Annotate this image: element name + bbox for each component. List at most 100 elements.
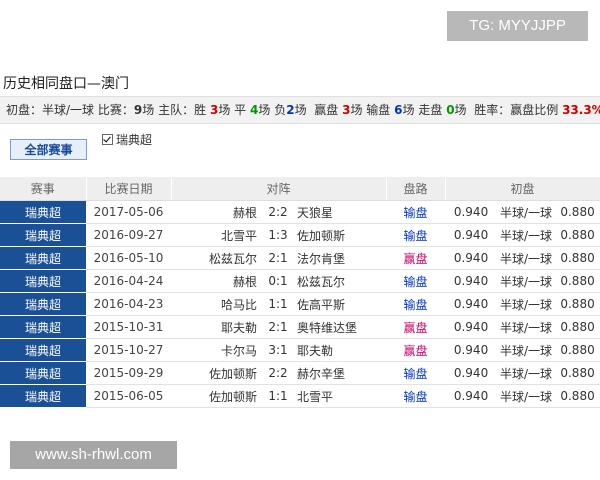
- score-cell: 2:2: [261, 200, 295, 224]
- league-cell[interactable]: 瑞典超: [0, 223, 86, 247]
- watermark-bottom: www.sh-rhwl.com: [10, 441, 177, 469]
- odds-away-cell: 0.880: [555, 223, 600, 247]
- table-row: 瑞典超 2016-05-10 松兹瓦尔 2:1 法尔肯堡 赢盘 0.940 半球/一球 0.88…: [0, 246, 600, 270]
- home-team-cell[interactable]: 耶夫勒: [171, 315, 261, 339]
- score-cell: 1:3: [261, 223, 295, 247]
- away-team-cell[interactable]: 北雪平: [295, 384, 387, 408]
- score-cell: 2:1: [261, 246, 295, 270]
- score-cell: 3:1: [261, 338, 295, 362]
- odds-home-cell: 0.940: [445, 292, 498, 316]
- table-row: 瑞典超 2016-04-23 哈马比 1:1 佐高平斯 输盘 0.940 半球/一球 0.880: [0, 292, 600, 316]
- home-team-cell[interactable]: 卡尔马: [171, 338, 261, 362]
- odds-home-cell: 0.940: [445, 384, 498, 408]
- header-initial-odds: 初盘: [445, 177, 600, 201]
- summary-matches-unit: 场: [142, 103, 155, 117]
- summary-handicap-win-unit: 场: [350, 103, 363, 117]
- home-team-cell[interactable]: 北雪平: [171, 223, 261, 247]
- header-league: 赛事: [0, 177, 87, 201]
- away-team-cell[interactable]: 法尔肯堡: [295, 246, 387, 270]
- home-team-cell[interactable]: 赫根: [171, 269, 261, 293]
- score-cell: 1:1: [261, 384, 295, 408]
- table-row: 瑞典超 2015-09-29 佐加顿斯 2:2 赫尔辛堡 输盘 0.940 半球/一球 0.88…: [0, 361, 600, 385]
- away-team-cell[interactable]: 赫尔辛堡: [295, 361, 387, 385]
- history-table: 赛事 比赛日期 对阵 盘路 初盘 瑞典超 2017-05-06 赫根 2:2 天狼星 输盘…: [0, 177, 600, 408]
- result-cell[interactable]: 输盘: [386, 361, 446, 385]
- home-team-cell[interactable]: 佐加顿斯: [171, 384, 261, 408]
- checkbox-checked-icon[interactable]: [102, 134, 113, 145]
- summary-rate-label: 胜率：: [474, 103, 511, 117]
- summary-home-label: 主队：: [158, 103, 195, 117]
- league-cell[interactable]: 瑞典超: [0, 246, 86, 270]
- league-cell[interactable]: 瑞典超: [0, 269, 86, 293]
- result-cell[interactable]: 输盘: [386, 223, 446, 247]
- summary-handicap-win-label: 赢盘: [314, 103, 339, 117]
- result-cell[interactable]: 输盘: [386, 200, 446, 224]
- handicap-line-cell: 半球/一球: [497, 315, 556, 339]
- date-cell: 2015-06-05: [86, 384, 171, 408]
- watermark-top: TG: MYYJJPP: [447, 11, 588, 41]
- summary-matches-label: 比赛：: [97, 103, 134, 117]
- summary-matches-count: 9: [133, 103, 143, 117]
- home-team-cell[interactable]: 佐加顿斯: [171, 361, 261, 385]
- league-filter-label: 瑞典超: [116, 133, 153, 147]
- home-team-cell[interactable]: 哈马比: [171, 292, 261, 316]
- result-cell[interactable]: 输盘: [386, 269, 446, 293]
- date-cell: 2016-04-24: [86, 269, 171, 293]
- summary-push-unit: 场: [454, 103, 467, 117]
- summary-loss-label: 负: [274, 103, 287, 117]
- handicap-line-cell: 半球/一球: [497, 200, 556, 224]
- handicap-line-cell: 半球/一球: [497, 269, 556, 293]
- result-cell[interactable]: 输盘: [386, 292, 446, 316]
- league-cell[interactable]: 瑞典超: [0, 338, 86, 362]
- result-cell[interactable]: 输盘: [386, 384, 446, 408]
- odds-home-cell: 0.940: [445, 338, 498, 362]
- away-team-cell[interactable]: 佐高平斯: [295, 292, 387, 316]
- summary-push-label: 走盘: [418, 103, 443, 117]
- odds-away-cell: 0.880: [555, 269, 600, 293]
- odds-home-cell: 0.940: [445, 223, 498, 247]
- odds-away-cell: 0.880: [555, 200, 600, 224]
- odds-home-cell: 0.940: [445, 246, 498, 270]
- odds-away-cell: 0.880: [555, 315, 600, 339]
- score-cell: 2:1: [261, 315, 295, 339]
- table-row: 瑞典超 2016-09-27 北雪平 1:3 佐加顿斯 输盘 0.940 半球/一球 0.880: [0, 223, 600, 247]
- summary-loss-count: 2: [286, 103, 295, 117]
- date-cell: 2016-04-23: [86, 292, 171, 316]
- all-events-button[interactable]: 全部赛事: [10, 139, 87, 160]
- odds-home-cell: 0.940: [445, 315, 498, 339]
- table-row: 瑞典超 2016-04-24 赫根 0:1 松兹瓦尔 输盘 0.940 半球/一球 0.880: [0, 269, 600, 293]
- result-cell[interactable]: 赢盘: [386, 315, 446, 339]
- away-team-cell[interactable]: 耶夫勒: [295, 338, 387, 362]
- summary-draw-label: 平: [234, 103, 247, 117]
- odds-home-cell: 0.940: [445, 361, 498, 385]
- result-cell[interactable]: 赢盘: [386, 246, 446, 270]
- league-cell[interactable]: 瑞典超: [0, 292, 86, 316]
- league-cell[interactable]: 瑞典超: [0, 315, 86, 339]
- odds-away-cell: 0.880: [555, 361, 600, 385]
- away-team-cell[interactable]: 奥特维达堡: [295, 315, 387, 339]
- home-team-cell[interactable]: 松兹瓦尔: [171, 246, 261, 270]
- odds-home-cell: 0.940: [445, 200, 498, 224]
- league-cell[interactable]: 瑞典超: [0, 384, 86, 408]
- date-cell: 2016-05-10: [86, 246, 171, 270]
- summary-handicap-lose-count: 6: [394, 103, 403, 117]
- summary-draw-unit: 场: [258, 103, 271, 117]
- score-cell: 0:1: [261, 269, 295, 293]
- summary-loss-unit: 场: [294, 103, 307, 117]
- header-date: 比赛日期: [86, 177, 172, 201]
- result-cell[interactable]: 赢盘: [386, 338, 446, 362]
- league-filter-checkbox[interactable]: 瑞典超: [102, 132, 152, 148]
- odds-away-cell: 0.880: [555, 338, 600, 362]
- date-cell: 2017-05-06: [86, 200, 171, 224]
- summary-ratio-value: 33.3%: [562, 103, 600, 117]
- away-team-cell[interactable]: 佐加顿斯: [295, 223, 387, 247]
- section-title: 历史相同盘口—澳门: [3, 76, 129, 92]
- away-team-cell[interactable]: 天狼星: [295, 200, 387, 224]
- away-team-cell[interactable]: 松兹瓦尔: [295, 269, 387, 293]
- home-team-cell[interactable]: 赫根: [171, 200, 261, 224]
- league-cell[interactable]: 瑞典超: [0, 361, 86, 385]
- summary-win-label: 胜: [194, 103, 207, 117]
- odds-away-cell: 0.880: [555, 384, 600, 408]
- league-cell[interactable]: 瑞典超: [0, 200, 86, 224]
- odds-home-cell: 0.940: [445, 269, 498, 293]
